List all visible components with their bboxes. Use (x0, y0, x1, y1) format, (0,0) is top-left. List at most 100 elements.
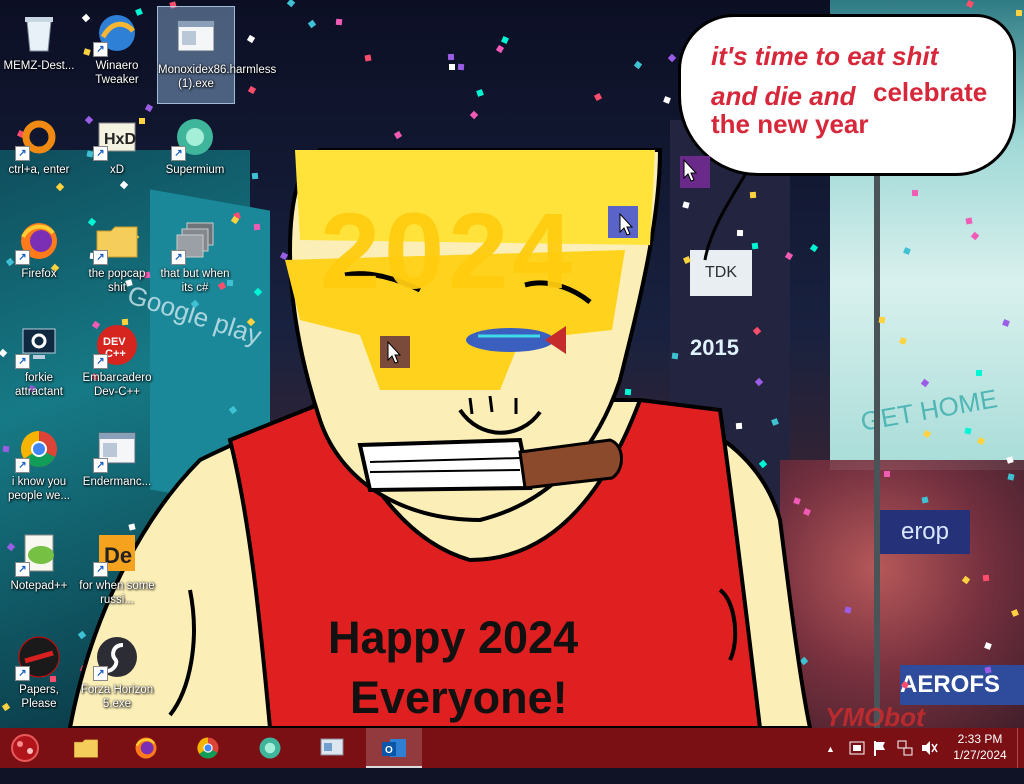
shortcut-arrow-icon: ↗ (15, 146, 30, 161)
svg-text:HxD: HxD (104, 131, 136, 148)
settings-monitor-icon: ↗ (15, 321, 63, 369)
notepad-plus-plus-icon: ↗ (15, 529, 63, 577)
taskbar-app-outlook[interactable]: O (366, 728, 422, 768)
bubble-line-1: it's time to eat shit (711, 41, 939, 71)
show-desktop-button[interactable] (1017, 728, 1024, 768)
shortcut-arrow-icon: ↗ (15, 562, 30, 577)
taskbar-app-firefox[interactable] (118, 728, 174, 768)
desktop-icon[interactable]: ↗ Firefox (1, 211, 77, 307)
shortcut-arrow-icon: ↗ (93, 562, 108, 577)
desktop-icon-label: for when some russi... (79, 580, 155, 606)
desktop-icon-label: Endermanc... (82, 476, 152, 488)
tray-action-center-icon[interactable] (848, 728, 866, 768)
desktop-icon[interactable]: De ↗ for when some russi... (79, 523, 155, 619)
recycle-bin-icon (15, 9, 63, 57)
desktop-icon-label: Monoxidex86.harmless (1).exe (158, 64, 277, 90)
shortcut-arrow-icon: ↗ (93, 458, 108, 473)
folder-icon (72, 734, 100, 762)
svg-text:DEV: DEV (103, 336, 126, 348)
shortcut-arrow-icon: ↗ (93, 666, 108, 681)
cursor-artifact-icon (608, 206, 638, 238)
taskbar-app-file-explorer[interactable] (58, 728, 114, 768)
desktop-icon[interactable]: Monoxidex86.harmless (1).exe (157, 6, 277, 104)
tray-flag-icon[interactable] (872, 728, 888, 768)
taskbar-app-chrome[interactable] (180, 728, 236, 768)
desktop-icon[interactable]: DEV C++ ↗ Embarcadero Dev-C++ (79, 315, 155, 411)
desktop-icon-label: Firefox (21, 268, 57, 280)
window-app-icon (172, 13, 220, 61)
shirt-line-2: Everyone! (350, 672, 568, 723)
desktop-icon-label: the popcap shit (88, 268, 146, 294)
hxd-icon: HxD ↗ (93, 113, 141, 161)
desktop-icon[interactable]: ↗ Notepad++ (1, 523, 77, 619)
desktop-icon[interactable]: MEMZ-Dest... (1, 3, 77, 99)
tray-volume-muted-icon[interactable] (920, 728, 938, 768)
shortcut-arrow-icon: ↗ (15, 458, 30, 473)
tray-network-icon[interactable] (896, 728, 914, 768)
desktop-icon-label: Embarcadero Dev-C++ (82, 372, 152, 398)
shortcut-arrow-icon: ↗ (171, 146, 186, 161)
desktop-icon[interactable]: ↗ the popcap shit (79, 211, 155, 307)
svg-text:De: De (104, 543, 132, 568)
orange-ring-icon: ↗ (15, 113, 63, 161)
chrome-icon (194, 734, 222, 762)
desktop-icon[interactable]: ↗ Endermanc... (79, 419, 155, 515)
desktop-icon[interactable]: ↗ Supermium (157, 107, 233, 203)
fish (466, 328, 554, 352)
supermium-icon: ↗ (171, 113, 219, 161)
taskbar-app-control-panel[interactable] (304, 728, 360, 768)
headband-text: 2024 (320, 190, 577, 311)
flash-icon: ↗ (93, 633, 141, 681)
chevron-up-icon: ▲ (826, 744, 835, 754)
desktop-icon-label: Papers, Please (19, 684, 59, 710)
bubble-line-3: celebrate (873, 77, 988, 107)
desktop-icon-label: that but when its c# (160, 268, 230, 294)
wallpaper-watermark: YMObot (825, 702, 925, 728)
svg-text:O: O (385, 745, 393, 756)
cursor-artifact-icon (380, 336, 410, 368)
tray-show-hidden-button[interactable]: ▲ (826, 728, 835, 768)
bubble-line-2: and die and (711, 81, 856, 111)
desktop-icon[interactable]: HxD ↗ xD (79, 107, 155, 203)
control-panel-icon (318, 734, 346, 762)
stacked-windows-icon: ↗ (171, 217, 219, 265)
papers-please-icon: ↗ (15, 633, 63, 681)
taskbar-clock[interactable]: 2:33 PM 1/27/2024 (944, 731, 1016, 763)
desktop-icon[interactable]: ↗ i know you people we... (1, 419, 77, 515)
taskbar-app-supermium[interactable] (242, 728, 298, 768)
desktop-icon-label: Winaero Tweaker (95, 60, 139, 86)
desktop-icon[interactable]: ↗ forkie attractant (1, 315, 77, 411)
firefox-icon (132, 734, 160, 762)
chrome-icon: ↗ (15, 425, 63, 473)
shortcut-arrow-icon: ↗ (15, 354, 30, 369)
winaero-tweaker-icon: ↗ (93, 9, 141, 57)
start-button[interactable] (8, 732, 42, 764)
desktop-icon-label: Supermium (165, 164, 225, 176)
shortcut-arrow-icon: ↗ (93, 354, 108, 369)
clock-date: 1/27/2024 (953, 748, 1007, 762)
supermium-icon (256, 734, 284, 762)
mouth (357, 437, 533, 493)
desktop-icon-label: Forza Horizon 5.exe (80, 684, 154, 710)
desktop-icon[interactable]: ↗ Forza Horizon 5.exe (79, 627, 155, 723)
desktop-icon-label: i know you people we... (7, 476, 70, 502)
cursor-artifact-icon (680, 156, 710, 188)
desktop-icon[interactable]: ↗ ctrl+a, enter (1, 107, 77, 203)
desktop-icon[interactable]: ↗ Winaero Tweaker (79, 3, 155, 99)
bubble-line-4: the new year (711, 109, 869, 139)
desktop-icon-label: Notepad++ (10, 580, 68, 592)
outlook-icon: O (380, 734, 408, 762)
taskbar: O ▲ 2:33 PM 1/27/2024 (0, 728, 1024, 768)
shortcut-arrow-icon: ↗ (93, 42, 108, 57)
shirt-line-1: Happy 2024 (328, 612, 579, 663)
window-app-icon: ↗ (93, 425, 141, 473)
shortcut-arrow-icon: ↗ (171, 250, 186, 265)
shortcut-arrow-icon: ↗ (15, 666, 30, 681)
desktop-icon-label: MEMZ-Dest... (3, 60, 75, 72)
clock-time: 2:33 PM (957, 732, 1003, 746)
desktop-icon-label: forkie attractant (15, 372, 63, 398)
desktop-icon-label: ctrl+a, enter (8, 164, 70, 176)
svg-text:C++: C++ (105, 348, 126, 360)
desktop-icon[interactable]: ↗ that but when its c# (157, 211, 233, 307)
desktop-icon[interactable]: ↗ Papers, Please (1, 627, 77, 723)
